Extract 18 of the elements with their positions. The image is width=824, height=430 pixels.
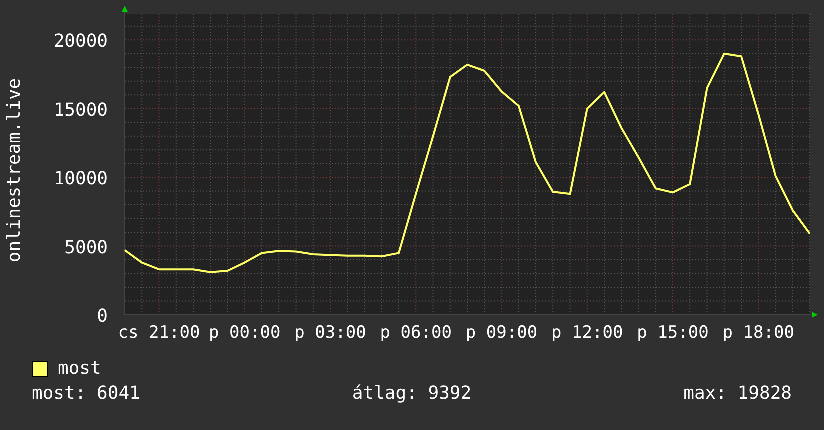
x-tick-label: p 18:00: [722, 323, 794, 343]
stat-text: átlag: 9392: [352, 383, 472, 404]
y-tick-label: 10000: [54, 168, 108, 190]
y-tick-label: 0: [97, 306, 108, 327]
x-tick-label: p 09:00: [466, 323, 538, 343]
x-tick-label: p 15:00: [637, 323, 709, 343]
x-tick-label: cs 21:00: [118, 323, 200, 343]
stat-text: max: 19828: [684, 383, 792, 404]
x-tick-label: p 12:00: [552, 323, 624, 343]
y-tick-label: 20000: [54, 31, 108, 52]
x-tick-label: p 03:00: [294, 323, 366, 343]
legend-label: most: [58, 358, 102, 379]
y-axis-title: onlinestream.live: [4, 78, 25, 263]
x-tick-label: p 06:00: [380, 323, 452, 343]
stat-text: most: 6041: [32, 383, 140, 404]
x-tick-label: p 00:00: [209, 323, 281, 343]
y-tick-label: 15000: [54, 100, 108, 121]
y-tick-label: 5000: [64, 237, 108, 258]
